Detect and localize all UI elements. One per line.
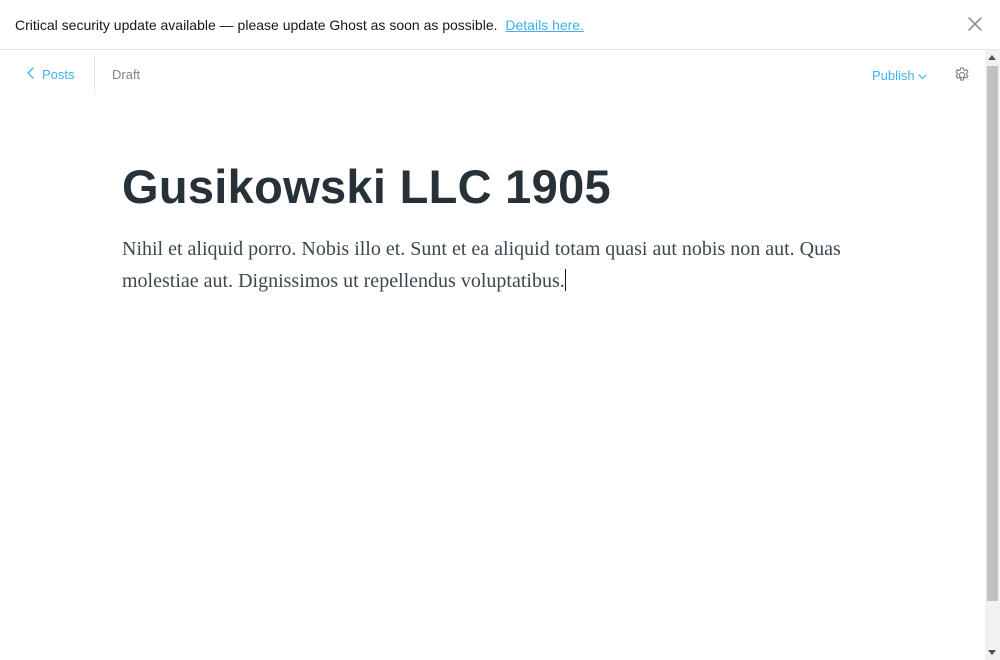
back-label: Posts xyxy=(42,67,75,82)
scrollbar-thumb[interactable] xyxy=(987,66,998,601)
post-title[interactable]: Gusikowski LLC 1905 xyxy=(122,159,611,214)
scroll-up-arrow-icon[interactable] xyxy=(988,55,996,60)
chevron-left-icon xyxy=(26,67,42,82)
editor-area: Posts Draft Publish Gusikowski LLC 1905 … xyxy=(0,50,985,660)
post-status: Draft xyxy=(112,67,141,82)
post-body-text: Nihil et aliquid porro. Nobis illo et. S… xyxy=(122,238,841,292)
scroll-down-arrow-icon[interactable] xyxy=(988,650,996,655)
alert-message-row: Critical security update available — ple… xyxy=(15,17,584,33)
vertical-scrollbar[interactable] xyxy=(985,50,1000,660)
back-to-posts-link[interactable]: Posts xyxy=(26,67,75,82)
text-caret xyxy=(564,269,566,291)
publish-label: Publish xyxy=(872,68,915,83)
header-divider xyxy=(94,56,95,94)
chevron-down-icon xyxy=(915,68,927,83)
alert-message: Critical security update available — ple… xyxy=(15,16,498,33)
alert-details-link[interactable]: Details here. xyxy=(505,17,584,33)
close-icon[interactable] xyxy=(967,16,983,32)
editor-header: Posts Draft Publish xyxy=(0,50,985,100)
publish-menu-button[interactable]: Publish xyxy=(872,68,927,83)
security-alert-banner: Critical security update available — ple… xyxy=(0,0,1000,50)
post-body-editor[interactable]: Nihil et aliquid porro. Nobis illo et. S… xyxy=(122,233,867,297)
gear-icon[interactable] xyxy=(953,66,971,84)
